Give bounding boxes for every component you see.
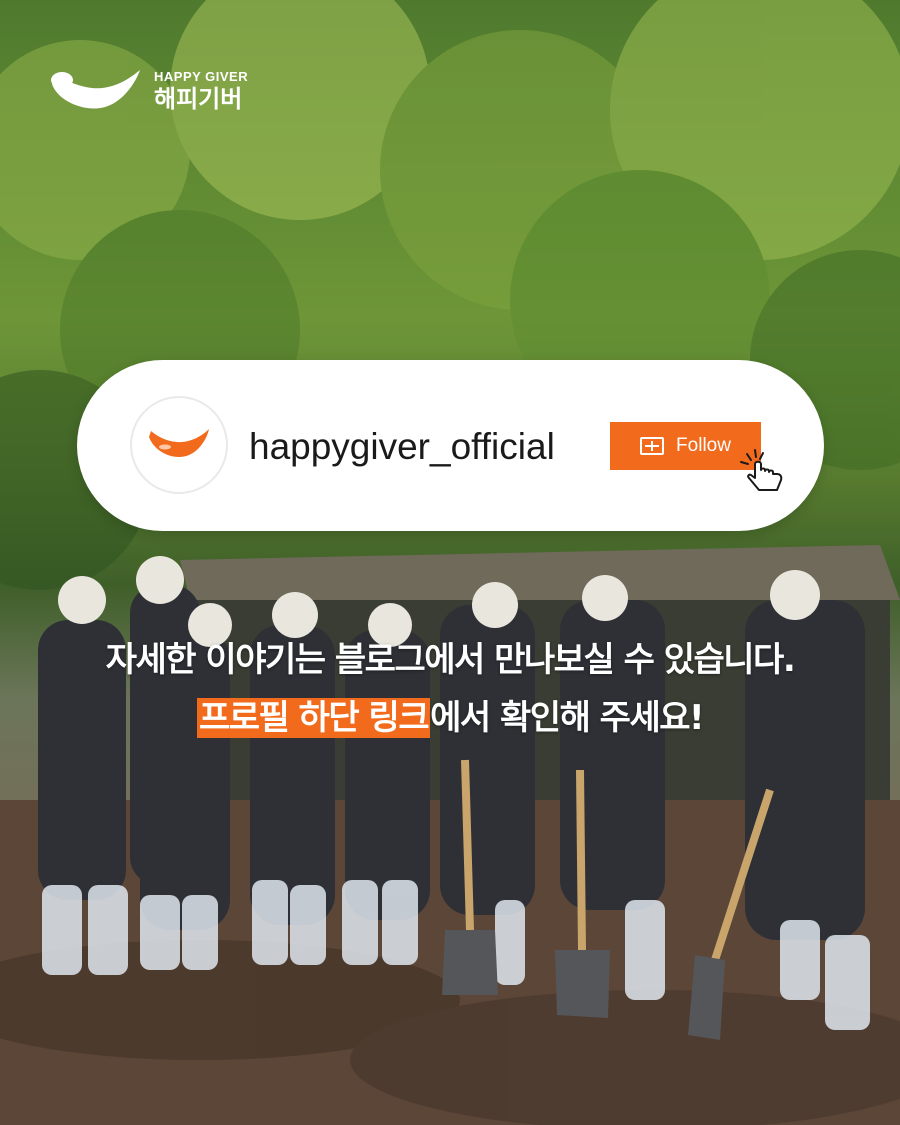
follow-label: Follow xyxy=(676,435,731,456)
caption-line-2-rest: 에서 확인해 주세요! xyxy=(430,698,704,738)
caption-line-2: 프로필 하단 링크에서 확인해 주세요! xyxy=(0,690,900,739)
volunteer-group-photo xyxy=(0,0,900,1125)
boomerang-logo-icon xyxy=(51,70,140,109)
plus-square-icon xyxy=(640,437,665,455)
background-photo xyxy=(0,0,900,1125)
pointer-hand-click-icon xyxy=(740,449,783,491)
avatar[interactable] xyxy=(130,396,228,494)
profile-handle[interactable]: happygiver_official xyxy=(249,426,555,468)
happy-giver-logo: HAPPY GIVER 해피기버 xyxy=(48,62,248,118)
brand-name-ko: 해피기버 xyxy=(154,84,243,113)
highlighted-text: 프로필 하단 링크 xyxy=(196,698,431,738)
boomerang-logo-icon xyxy=(149,429,209,457)
caption-line-1: 자세한 이야기는 블로그에서 만나보실 수 있습니다. xyxy=(105,640,796,680)
brand-name-en: HAPPY GIVER xyxy=(154,68,249,84)
instagram-profile-card: happygiver_official Follow xyxy=(77,360,824,531)
